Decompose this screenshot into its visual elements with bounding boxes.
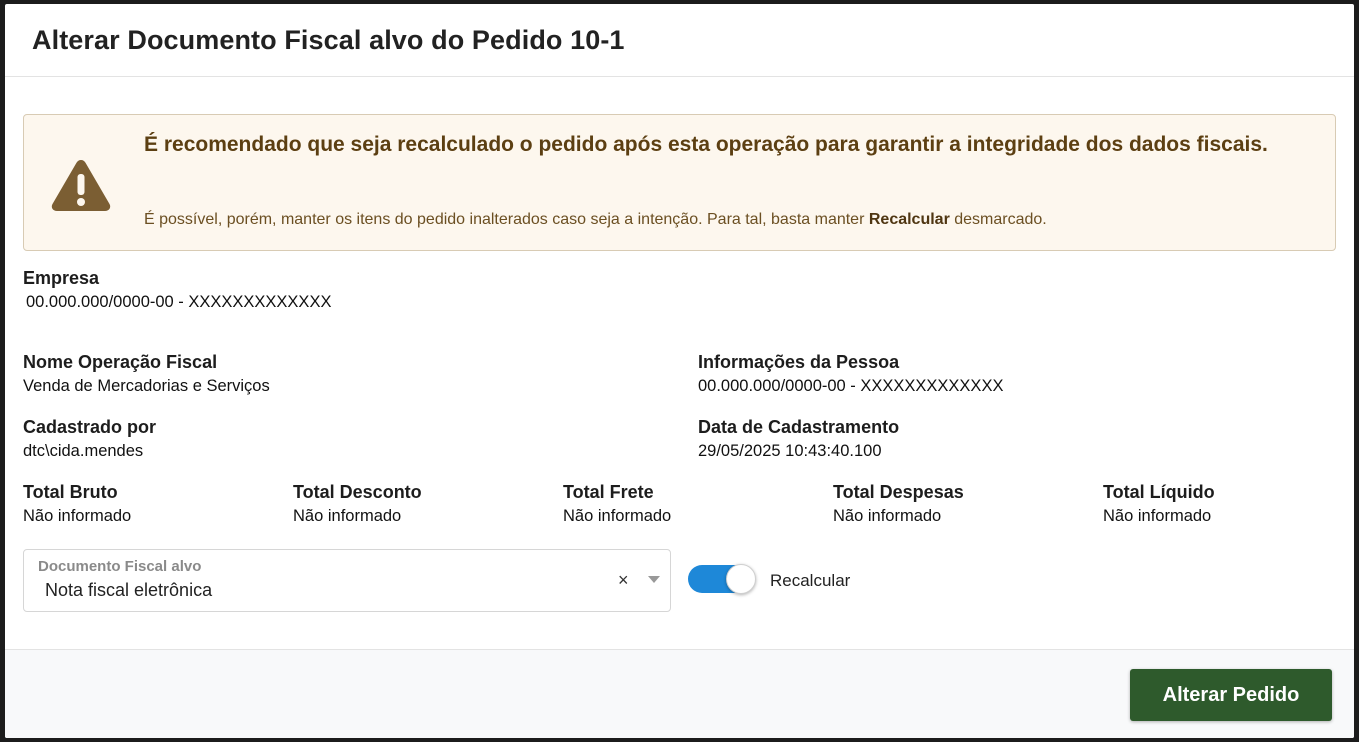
total-bruto-value: Não informado: [23, 507, 132, 525]
warning-triangle-icon: [51, 160, 111, 211]
pessoa-field: Informações da Pessoa 00.000.000/0000-00…: [698, 352, 1003, 396]
data-cadastro-label: Data de Cadastramento: [698, 417, 900, 437]
modal-dialog: Alterar Documento Fiscal alvo do Pedido …: [5, 4, 1354, 738]
modal-title: Alterar Documento Fiscal alvo do Pedido …: [32, 24, 625, 55]
alterar-pedido-button[interactable]: Alterar Pedido: [1130, 669, 1332, 721]
cadastrado-por-field: Cadastrado por dtc\cida.mendes: [23, 417, 156, 461]
empresa-value: 00.000.000/0000-00 - XXXXXXXXXXXXX: [26, 293, 332, 311]
operacao-label: Nome Operação Fiscal: [23, 352, 218, 372]
empresa-field: Empresa 00.000.000/0000-00 - XXXXXXXXXXX…: [23, 268, 331, 312]
pessoa-value: 00.000.000/0000-00 - XXXXXXXXXXXXX: [698, 377, 1004, 395]
data-cadastro-field: Data de Cadastramento 29/05/2025 10:43:4…: [698, 417, 899, 461]
total-bruto-label: Total Bruto: [23, 482, 118, 502]
total-liquido-label: Total Líquido: [1103, 482, 1215, 502]
alert-bold-recalcular: Recalcular: [868, 211, 950, 228]
total-frete-field: Total Frete Não informado: [563, 482, 671, 526]
alert-title: É recomendado que seja recalculado o ped…: [144, 133, 1268, 156]
documento-fiscal-select[interactable]: Documento Fiscal alvo Nota fiscal eletrô…: [23, 549, 671, 612]
operacao-field: Nome Operação Fiscal Venda de Mercadoria…: [23, 352, 270, 396]
documento-fiscal-value: Nota fiscal eletrônica: [45, 580, 213, 600]
total-desconto-field: Total Desconto Não informado: [293, 482, 422, 526]
pessoa-label: Informações da Pessoa: [698, 352, 900, 372]
empresa-label: Empresa: [23, 268, 100, 288]
clear-icon[interactable]: ×: [618, 570, 629, 591]
modal-footer: Alterar Pedido: [5, 649, 1354, 738]
total-desconto-value: Não informado: [293, 507, 402, 525]
documento-fiscal-label: Documento Fiscal alvo: [38, 558, 202, 575]
modal-header: Alterar Documento Fiscal alvo do Pedido …: [5, 4, 1354, 77]
total-bruto-field: Total Bruto Não informado: [23, 482, 131, 526]
total-desconto-label: Total Desconto: [293, 482, 422, 502]
cadastrado-por-label: Cadastrado por: [23, 417, 157, 437]
modal-body: É recomendado que seja recalculado o ped…: [5, 77, 1354, 649]
toggle-knob: [726, 564, 756, 594]
data-cadastro-value: 29/05/2025 10:43:40.100: [698, 442, 882, 460]
operacao-value: Venda de Mercadorias e Serviços: [23, 377, 270, 395]
alert-text: É possível, porém, manter os itens do pe…: [144, 211, 1047, 228]
total-despesas-field: Total Despesas Não informado: [833, 482, 964, 526]
total-despesas-value: Não informado: [833, 507, 942, 525]
total-despesas-label: Total Despesas: [833, 482, 964, 502]
total-frete-value: Não informado: [563, 507, 672, 525]
warning-alert: É recomendado que seja recalculado o ped…: [23, 114, 1336, 251]
recalcular-label[interactable]: Recalcular: [770, 571, 850, 591]
total-liquido-value: Não informado: [1103, 507, 1212, 525]
cadastrado-por-value: dtc\cida.mendes: [23, 442, 144, 460]
total-frete-label: Total Frete: [563, 482, 654, 502]
total-liquido-field: Total Líquido Não informado: [1103, 482, 1215, 526]
chevron-down-icon[interactable]: [648, 576, 660, 583]
recalcular-toggle[interactable]: [688, 564, 756, 594]
